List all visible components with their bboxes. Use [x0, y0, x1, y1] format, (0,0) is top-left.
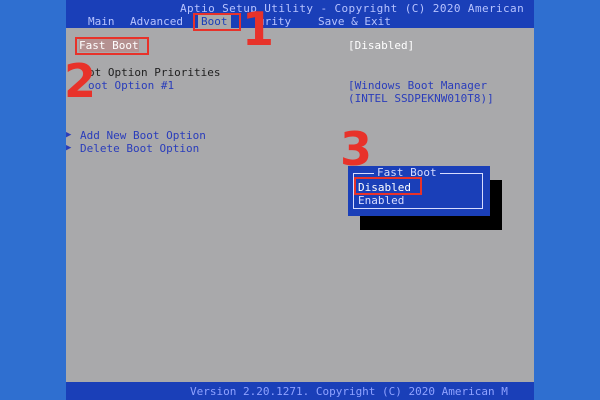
boot-option-1-value-line1[interactable]: [Windows Boot Manager	[348, 79, 487, 92]
tab-advanced[interactable]: Advanced	[130, 15, 183, 28]
tab-main[interactable]: Main	[88, 15, 115, 28]
step-marker-3: 3	[340, 122, 373, 176]
boot-option-1-label[interactable]: oot Option #1	[88, 79, 174, 92]
fast-boot-value[interactable]: [Disabled]	[348, 39, 414, 52]
add-boot-option-link[interactable]: Add New Boot Option	[80, 129, 206, 142]
bios-header: Aptio Setup Utility - Copyright (C) 2020…	[66, 0, 534, 28]
version-text: Version 2.20.1271. Copyright (C) 2020 Am…	[190, 385, 508, 398]
boot-priorities-heading: ot Option Priorities	[88, 66, 221, 79]
tab-save-exit[interactable]: Save & Exit	[318, 15, 391, 28]
delete-boot-option-link[interactable]: Delete Boot Option	[80, 142, 199, 155]
boot-option-1-value-line2: (INTEL SSDPEKNW010T8)]	[348, 92, 494, 105]
bios-screen: Aptio Setup Utility - Copyright (C) 2020…	[66, 0, 534, 400]
highlight-box-fast-boot	[75, 37, 149, 55]
bios-footer: Version 2.20.1271. Copyright (C) 2020 Am…	[66, 382, 534, 400]
arrow-right-icon: ▶	[66, 130, 72, 140]
popup-option-enabled[interactable]: Enabled	[358, 194, 404, 207]
highlight-box-disabled-option	[354, 177, 422, 195]
step-marker-2: 2	[66, 54, 97, 108]
arrow-right-icon: ▶	[66, 143, 72, 153]
